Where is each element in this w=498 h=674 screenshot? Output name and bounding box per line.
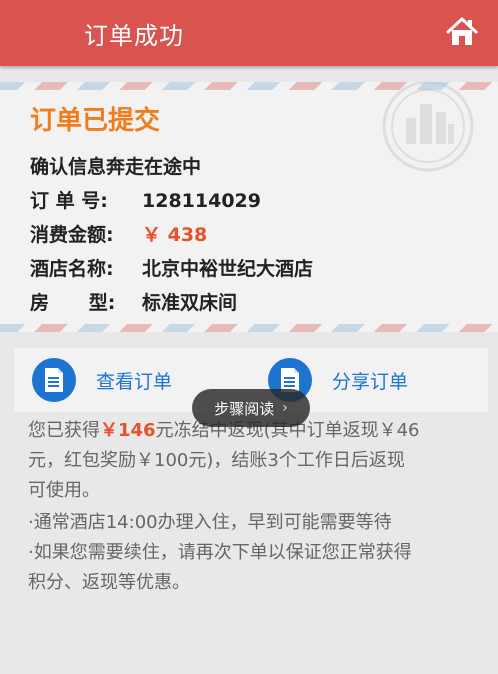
view-order-label: 查看订单: [96, 370, 173, 393]
view-order-button[interactable]: 查看订单: [32, 358, 172, 402]
room-type-label: 房 型:: [30, 292, 116, 314]
hotel-name-value: 北京中裕世纪大酒店: [142, 258, 314, 280]
page-title: 订单成功: [84, 22, 184, 50]
top-bar: 订单成功: [0, 0, 498, 66]
postmark-building-icon: [382, 82, 474, 172]
confirm-subtitle: 确认信息奔走在途中: [30, 156, 202, 178]
reward-prefix: 您已获得: [28, 420, 100, 441]
order-number-label: 订 单 号:: [30, 190, 108, 212]
order-card: 订单已提交 确认信息奔走在途中 订 单 号: 128114029 消费金额: ￥ 4…: [0, 82, 498, 332]
notes: ·通常酒店14:00办理入住，早到可能需要等待 ·如果您需要续住，请再次下单以保…: [28, 508, 478, 598]
note-extend-line-1: ·如果您需要续住，请再次下单以保证您正常获得: [28, 542, 412, 563]
order-number-value: 128114029: [142, 190, 261, 212]
hotel-name-label: 酒店名称:: [30, 258, 114, 280]
step-reading-toast[interactable]: 步骤阅读 ›: [192, 389, 310, 427]
reward-line-3: 可使用。: [28, 480, 100, 501]
note-checkin: ·通常酒店14:00办理入住，早到可能需要等待: [28, 512, 392, 533]
airmail-stripe-bottom: [0, 324, 498, 332]
share-order-label: 分享订单: [332, 370, 409, 393]
step-reading-label: 步骤阅读: [214, 399, 275, 418]
amount-value: ￥ 438: [142, 224, 208, 246]
chevron-right-icon: ›: [282, 400, 288, 416]
hotel-name-row: 酒店名称: 北京中裕世纪大酒店: [30, 254, 313, 281]
amount-label: 消费金额:: [30, 224, 114, 246]
reward-text: 您已获得￥146元冻结中返现(其中订单返现￥46 元，红包奖励￥100元)，结账…: [28, 416, 478, 506]
room-type-row: 房 型: 标准双床间: [30, 288, 237, 315]
order-submitted-heading: 订单已提交: [30, 106, 161, 136]
reward-amount: ￥146: [100, 420, 156, 441]
amount-row: 消费金额: ￥ 438: [30, 220, 207, 247]
home-icon[interactable]: [446, 16, 478, 48]
reward-line-2: 元，红包奖励￥100元)，结账3个工作日后返现: [28, 450, 405, 471]
order-number-row: 订 单 号: 128114029: [30, 186, 261, 213]
note-extend-line-2: 积分、返现等优惠。: [28, 572, 190, 593]
document-icon: [32, 358, 76, 402]
room-type-value: 标准双床间: [142, 292, 238, 314]
